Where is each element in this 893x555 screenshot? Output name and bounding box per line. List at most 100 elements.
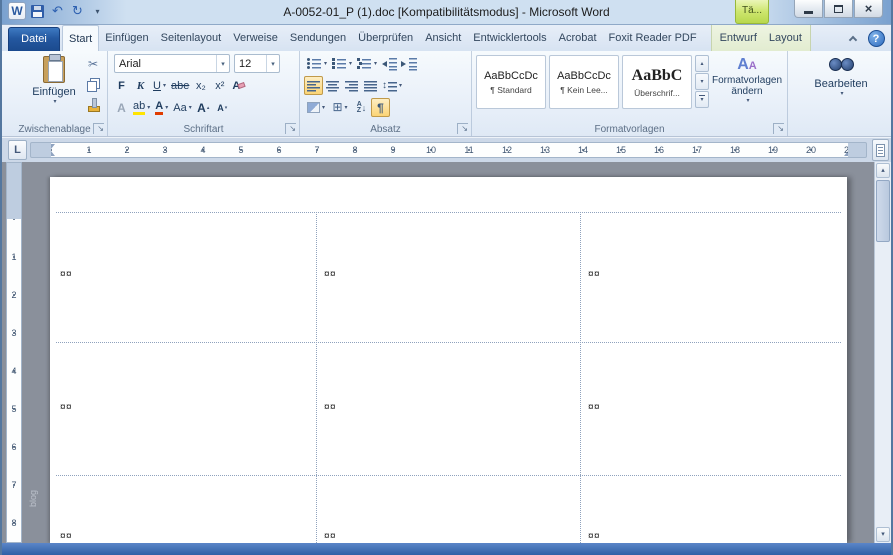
tab-acrobat[interactable]: Acrobat (553, 25, 603, 51)
tab-layout[interactable]: Layout (763, 25, 808, 51)
font-name-combo[interactable]: Arial ▾ (114, 54, 230, 73)
decrease-indent-button[interactable] (379, 54, 399, 73)
increase-indent-button[interactable] (399, 54, 419, 73)
dialog-launcher-icon[interactable]: ↘ (773, 123, 784, 134)
horizontal-ruler[interactable]: 123456789101112131415161718192021 (30, 142, 867, 158)
tab-entwurf[interactable]: Entwurf (714, 25, 763, 51)
dialog-launcher-icon[interactable]: ↘ (93, 123, 104, 134)
contextual-tools-header[interactable]: Tä... (735, 0, 769, 24)
show-marks-button[interactable]: ¶ (371, 98, 390, 117)
tab-einfügen[interactable]: Einfügen (99, 25, 154, 51)
numbering-button[interactable]: ▾ (329, 54, 354, 73)
chevron-down-icon: ▾ (95, 6, 100, 16)
tab-selector-button[interactable]: L (8, 140, 27, 160)
ruler-number: 5 (238, 145, 244, 155)
vertical-ruler[interactable]: 1 2 3 4 5 6 7 8 (6, 162, 22, 543)
collapse-ribbon-button[interactable] (843, 28, 863, 48)
align-left-button[interactable] (304, 76, 323, 95)
tab-verweise[interactable]: Verweise (227, 25, 284, 51)
justify-icon (364, 79, 377, 92)
tab-seitenlayout[interactable]: Seitenlayout (155, 25, 228, 51)
superscript-button[interactable]: x² (210, 76, 229, 95)
ruler-number: 12 (501, 145, 513, 155)
editing-group: Bearbeiten ▾ (804, 51, 878, 136)
italic-button[interactable]: K (131, 76, 150, 95)
style-item[interactable]: AaBbCcDc ¶ Kein Lee... (549, 55, 619, 109)
styles-scroll-up-button[interactable]: ▴ (695, 55, 709, 72)
shading-button[interactable]: ▾ (304, 98, 328, 117)
style-item[interactable]: AaBbC Überschrif... (622, 55, 692, 109)
styles-more-button[interactable]: ▾ (695, 91, 709, 108)
align-center-button[interactable] (323, 76, 342, 95)
decrease-indent-icon (381, 56, 398, 71)
underline-button[interactable]: U ▾ (150, 76, 169, 95)
dialog-launcher-icon[interactable]: ↘ (457, 123, 468, 134)
justify-button[interactable] (361, 76, 380, 95)
help-icon: ? (867, 29, 885, 47)
grow-font-button[interactable]: A ▴ (194, 98, 213, 117)
cell-end-marker: ¤¤ (324, 402, 337, 413)
maximize-button[interactable] (824, 0, 853, 18)
align-right-button[interactable] (342, 76, 361, 95)
save-button[interactable] (29, 3, 46, 20)
font-color-button[interactable]: A ▾ (152, 98, 171, 117)
style-item[interactable]: AaBbCcDc ¶ Standard (476, 55, 546, 109)
tab-foxit-reader-pdf[interactable]: Foxit Reader PDF (603, 25, 703, 51)
pilcrow-icon: ¶ (377, 100, 384, 115)
editing-button[interactable]: Bearbeiten ▾ (808, 53, 874, 97)
qat-menu-button[interactable]: ▾ (89, 3, 106, 20)
font-size-combo[interactable]: 12 ▾ (234, 54, 280, 73)
minimize-button[interactable] (794, 0, 823, 18)
help-button[interactable]: ? (865, 27, 887, 49)
ruler-number: 14 (577, 145, 589, 155)
ruler-number: 6 (276, 145, 282, 155)
tab-start[interactable]: Start (62, 25, 100, 51)
undo-button[interactable]: ↶ (49, 3, 66, 20)
strikethrough-button[interactable]: abe (169, 76, 191, 95)
close-button[interactable]: × (854, 0, 883, 18)
multilevel-list-button[interactable]: ▾ (354, 54, 379, 73)
redo-button[interactable]: ↻ (69, 3, 86, 20)
copy-button[interactable] (83, 75, 103, 93)
page[interactable]: ¤¤ ¤¤ ¤¤ ¤¤ ¤¤ ¤¤ ¤¤ ¤¤ ¤¤ (50, 177, 847, 543)
scroll-up-button[interactable]: ▴ (876, 163, 890, 178)
bullets-button[interactable]: ▾ (304, 54, 329, 73)
hanging-indent-marker[interactable] (51, 151, 55, 156)
highlight-button[interactable]: ab ▾ (131, 98, 152, 117)
text-effects-button[interactable]: A (112, 98, 131, 117)
ruler-number: 18 (729, 145, 741, 155)
style-preview: AaBbCcDc (484, 69, 538, 82)
scroll-down-button[interactable]: ▾ (876, 527, 890, 542)
scrollbar-thumb[interactable] (876, 180, 890, 242)
contextual-tabs: Entwurf Layout (710, 25, 811, 51)
change-case-button[interactable]: Aa ▾ (171, 98, 193, 117)
shading-icon (306, 102, 320, 113)
shrink-font-button[interactable]: A ▾ (213, 98, 232, 117)
dialog-launcher-icon[interactable]: ↘ (285, 123, 296, 134)
status-bar[interactable] (2, 543, 891, 555)
tab-entwicklertools[interactable]: Entwicklertools (467, 25, 552, 51)
ruler-toggle-button[interactable] (872, 139, 889, 161)
borders-button[interactable]: ⊞ ▾ (328, 98, 352, 117)
tab-ansicht[interactable]: Ansicht (419, 25, 467, 51)
bullet-list-icon (306, 57, 322, 70)
subscript-button[interactable]: x₂ (191, 76, 210, 95)
vertical-scrollbar[interactable]: ▴ ▾ (874, 162, 891, 543)
styles-scroll-down-button[interactable]: ▾ (695, 73, 709, 90)
tab-sendungen[interactable]: Sendungen (284, 25, 352, 51)
file-tab[interactable]: Datei (8, 27, 60, 51)
triangle-down-icon: ▾ (224, 104, 228, 111)
format-painter-button[interactable] (83, 95, 103, 113)
sort-button[interactable]: A Z ↓ (352, 98, 371, 117)
clear-formatting-button[interactable]: A (229, 76, 248, 95)
paste-button[interactable]: Einfügen ▾ (30, 53, 78, 119)
cut-button[interactable]: ✂ (83, 55, 103, 73)
word-logo-icon[interactable]: W (8, 2, 26, 20)
tab-überprüfen[interactable]: Überprüfen (352, 25, 419, 51)
chevron-up-icon (848, 35, 858, 44)
bold-button[interactable]: F (112, 76, 131, 95)
underline-label: U (153, 79, 161, 92)
line-spacing-button[interactable]: ↕ ▾ (380, 76, 404, 95)
first-line-indent-marker[interactable] (51, 144, 55, 149)
change-styles-button[interactable]: AA Formatvorlagen ändern ▾ (712, 55, 782, 104)
